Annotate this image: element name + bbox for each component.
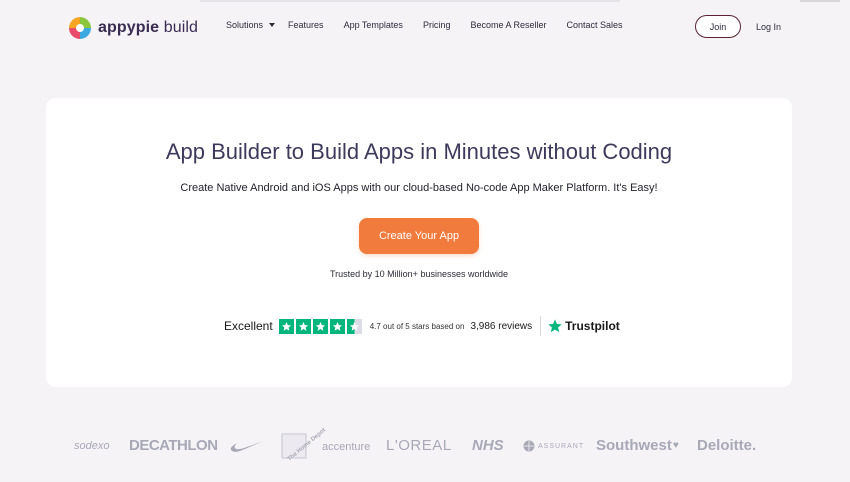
divider xyxy=(540,316,542,336)
nav-become-a-reseller[interactable]: Become A Reseller xyxy=(470,20,546,30)
trustpilot-logo[interactable]: Trustpilot xyxy=(547,318,620,334)
nav-pricing[interactable]: Pricing xyxy=(423,20,451,30)
create-your-app-button[interactable]: Create Your App xyxy=(359,218,479,254)
client-logos: sodexo DECATHLON The Home Depot accentur… xyxy=(0,427,850,463)
client-logo-accenture: accenture xyxy=(322,441,371,453)
main-nav: Solutions Features App Templates Pricing… xyxy=(226,20,623,30)
nav-features[interactable]: Features xyxy=(288,20,324,30)
rating-stars xyxy=(278,318,362,334)
client-logo-loreal: L'OREAL xyxy=(386,437,452,454)
nav-app-templates[interactable]: App Templates xyxy=(344,20,403,30)
star-icon xyxy=(278,318,294,334)
half-star-icon xyxy=(346,318,362,334)
assurant-globe-icon xyxy=(523,440,535,452)
trustpilot-star-icon xyxy=(548,319,562,333)
client-logo-southwest: Southwest ♥ xyxy=(596,437,679,454)
appypie-logo[interactable]: appypie build xyxy=(66,14,198,42)
client-logo-home-depot: The Home Depot xyxy=(280,427,327,463)
star-icon xyxy=(329,318,345,334)
site-header: appypie build Solutions Features App Tem… xyxy=(0,0,850,56)
nav-solutions[interactable]: Solutions xyxy=(226,20,276,30)
logo-text: appypie build xyxy=(98,19,199,36)
client-logo-nhs: NHS xyxy=(472,437,504,454)
client-logo-decathlon: DECATHLON xyxy=(129,437,218,454)
chevron-down-icon xyxy=(269,23,276,27)
nike-swoosh-icon xyxy=(230,441,263,452)
client-logo-assurant: ASSURANT xyxy=(523,439,584,453)
hero-subtitle: Create Native Android and iOS Apps with … xyxy=(180,182,658,194)
page-title: App Builder to Build Apps in Minutes wit… xyxy=(165,139,673,164)
heart-icon: ♥ xyxy=(672,440,679,451)
review-count-link[interactable]: 3,986 reviews xyxy=(470,321,532,332)
login-link[interactable]: Log In xyxy=(756,22,781,32)
appypie-logo-icon xyxy=(69,17,91,39)
join-button[interactable]: Join xyxy=(695,15,741,38)
trusted-text: Trusted by 10 Million+ businesses worldw… xyxy=(329,269,508,279)
rating-label: Excellent xyxy=(224,319,273,333)
rating-summary: 4.7 out of 5 stars based on xyxy=(369,321,465,331)
client-logo-sodexo: sodexo xyxy=(74,440,110,452)
client-logo-deloitte: Deloitte. xyxy=(697,437,757,454)
trustpilot-rating[interactable]: Excellent 4.7 out of 5 stars based on 3,… xyxy=(224,316,620,336)
star-icon xyxy=(295,318,311,334)
nav-contact-sales[interactable]: Contact Sales xyxy=(567,20,623,30)
star-icon xyxy=(312,318,328,334)
